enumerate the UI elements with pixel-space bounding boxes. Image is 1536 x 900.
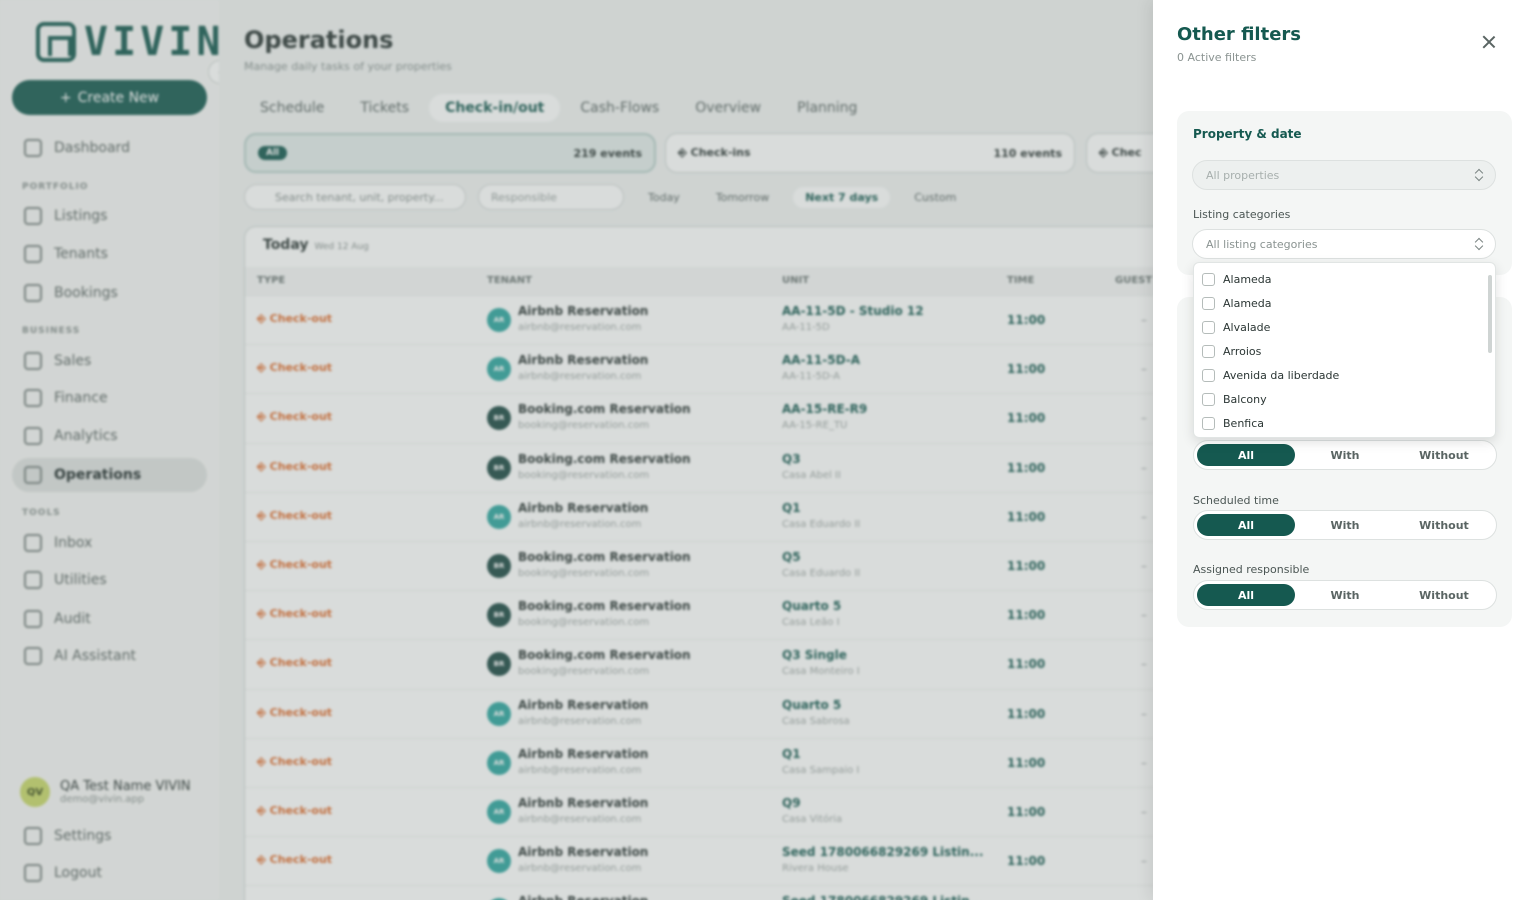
listing-categories-select[interactable]: All listing categories: [1192, 229, 1496, 259]
checkbox[interactable]: [1202, 272, 1215, 286]
properties-select[interactable]: All properties: [1192, 160, 1496, 190]
segment-with[interactable]: With: [1296, 444, 1394, 466]
checkbox[interactable]: [1202, 344, 1215, 358]
listing-categories-label: Listing categories: [1193, 208, 1291, 221]
close-icon[interactable]: [1479, 32, 1499, 52]
active-filters-count: 0 Active filters: [1177, 51, 1257, 64]
segment-without[interactable]: Without: [1395, 514, 1493, 536]
category-option[interactable]: Alameda: [1202, 269, 1272, 289]
section-title: Property & date: [1193, 127, 1302, 141]
checkbox[interactable]: [1202, 417, 1215, 431]
category-option[interactable]: Benfica: [1202, 414, 1264, 434]
segment-scheduled-time: All With Without: [1193, 510, 1497, 540]
other-filters-panel: Other filters 0 Active filters Property …: [1153, 0, 1536, 900]
checkbox[interactable]: [1202, 393, 1215, 406]
segment-all[interactable]: All: [1197, 584, 1295, 606]
checkbox[interactable]: [1202, 320, 1215, 334]
segment-all[interactable]: All: [1197, 514, 1295, 536]
category-option[interactable]: Alvalade: [1202, 317, 1270, 337]
segment-without[interactable]: Without: [1395, 444, 1493, 466]
option-label: Benfica: [1223, 417, 1265, 431]
properties-placeholder: All properties: [1206, 168, 1280, 182]
option-label: Balcony: [1223, 393, 1267, 406]
checkbox[interactable]: [1202, 296, 1215, 310]
modal-backdrop[interactable]: [0, 0, 1153, 900]
segment-all[interactable]: All: [1197, 444, 1295, 466]
segment-assigned-responsible: All With Without: [1193, 580, 1497, 610]
categories-placeholder: All listing categories: [1206, 237, 1318, 251]
option-label: Alameda: [1223, 272, 1272, 286]
option-label: Arroios: [1223, 344, 1262, 358]
segment-with[interactable]: With: [1296, 584, 1394, 606]
category-option[interactable]: Alameda: [1202, 293, 1272, 313]
category-option[interactable]: Balcony: [1202, 390, 1267, 410]
checkbox[interactable]: [1202, 368, 1215, 382]
chevron-up-down-icon: [1475, 238, 1483, 251]
option-label: Avenida da liberdade: [1223, 368, 1340, 382]
panel-title: Other filters: [1177, 24, 1301, 45]
segment-with[interactable]: With: [1296, 514, 1394, 536]
segment-without[interactable]: Without: [1395, 584, 1493, 606]
scrollbar[interactable]: [1488, 275, 1492, 353]
category-option[interactable]: Avenida da liberdade: [1202, 365, 1339, 385]
category-option[interactable]: Arroios: [1202, 341, 1261, 361]
segment-filter-1: All With Without: [1193, 440, 1497, 470]
option-label: Alameda: [1223, 296, 1272, 310]
property-date-card: Property & date All properties Listing c…: [1177, 111, 1512, 275]
scheduled-time-label: Scheduled time: [1193, 494, 1279, 507]
assigned-responsible-label: Assigned responsible: [1193, 563, 1310, 576]
chevron-up-down-icon: [1475, 169, 1483, 182]
option-label: Alvalade: [1223, 320, 1271, 334]
listing-categories-dropdown: Alameda Alameda Alvalade Arroios Avenida da …: [1193, 262, 1496, 438]
